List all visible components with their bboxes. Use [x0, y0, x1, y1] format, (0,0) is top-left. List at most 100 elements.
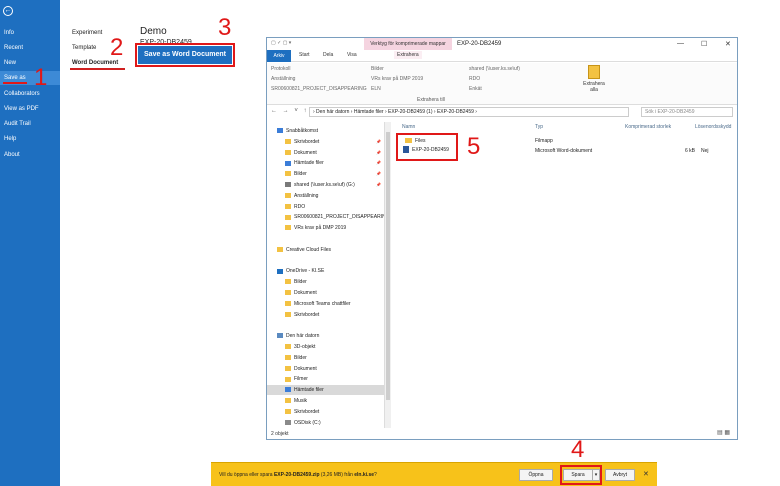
quick-access-toolbar-icon[interactable]: ▢ ✓ ▢ ▾	[271, 40, 291, 46]
nav-item[interactable]: Skrivbordet	[267, 407, 384, 417]
sidebar-item-about[interactable]: About	[0, 148, 60, 162]
ribbon-group-label: Extrahera till	[417, 97, 445, 103]
nav-scrollbar[interactable]	[385, 122, 391, 428]
nav-item[interactable]: Bilder 📌	[267, 169, 384, 179]
nav-item[interactable]: 3D-objekt	[267, 342, 384, 352]
ribbon-item[interactable]: Bilder	[371, 66, 384, 72]
maximize-icon[interactable]: ☐	[701, 40, 707, 48]
annotation-box-4	[560, 465, 602, 485]
submenu-item-template[interactable]: Template	[72, 45, 96, 51]
nav-item[interactable]: Musik	[267, 396, 384, 406]
submenu-item-experiment[interactable]: Experiment	[72, 30, 102, 36]
folder-icon	[285, 171, 291, 177]
annotation-box-3	[135, 43, 235, 67]
view-toggle-icon[interactable]: ▤ ▦	[717, 429, 730, 436]
nav-item[interactable]: Dokument 📌	[267, 148, 384, 158]
sidebar-item-view-as-pdf[interactable]: View as PDF	[0, 102, 60, 116]
pin-icon[interactable]: 📌	[376, 169, 381, 179]
zip-folder-icon	[588, 65, 600, 79]
ribbon-tabs: Arkiv Start Dela Visa Extrahera	[267, 50, 737, 62]
nav-item-label: Dokument	[294, 290, 317, 296]
ribbon-item[interactable]: VRs krav på DMP 2019	[371, 76, 423, 82]
nav-arrows-icon[interactable]: ← → ˅ ↑	[271, 108, 309, 114]
sidebar-item-new[interactable]: New	[0, 56, 60, 70]
sidebar-item-recent[interactable]: Recent	[0, 41, 60, 55]
nav-item[interactable]: Bilder	[267, 277, 384, 287]
context-tab-compressed[interactable]: Verktyg för komprimerade mappar	[364, 38, 452, 50]
folder-icon	[285, 408, 291, 414]
folder-icon	[285, 344, 291, 350]
close-icon[interactable]: ✕	[725, 40, 731, 48]
ribbon-item[interactable]: SR00600821_PROJECT_DISAPPEARING	[271, 86, 367, 92]
sidebar-item-collaborators[interactable]: Collaborators	[0, 87, 60, 101]
folder-icon	[285, 279, 291, 285]
sidebar-item-audit-trail[interactable]: Audit Trail	[0, 117, 60, 131]
folder-icon	[285, 203, 291, 209]
search-input[interactable]: Sök i EXP-20-DB2459	[641, 107, 733, 117]
column-header-protected[interactable]: Lösenordsskydd	[695, 124, 731, 130]
close-icon[interactable]: ✕	[643, 470, 649, 478]
pin-icon[interactable]: 📌	[376, 137, 381, 147]
minimize-icon[interactable]: —	[677, 40, 684, 47]
nav-item[interactable]: SR00600821_PROJECT_DISAPPEARING	[267, 212, 384, 222]
cancel-button[interactable]: Avbryt	[605, 469, 635, 481]
nav-item[interactable]: Snabbåtkomst	[267, 126, 384, 136]
nav-item[interactable]: Skrivbordet 📌	[267, 137, 384, 147]
column-header-name[interactable]: Namn	[402, 124, 415, 130]
tab-dela[interactable]: Dela	[323, 52, 333, 58]
nav-item[interactable]: Filmer	[267, 374, 384, 384]
nav-item[interactable]: Bilder	[267, 353, 384, 363]
tab-extrahera[interactable]: Extrahera	[394, 51, 422, 59]
nav-item[interactable]: OneDrive - KI.SE	[267, 266, 384, 276]
disk-icon	[285, 419, 291, 425]
ribbon-item[interactable]: Protokoll	[271, 66, 290, 72]
sidebar-item-help[interactable]: Help	[0, 132, 60, 146]
sidebar-item-info[interactable]: Info	[0, 26, 60, 40]
extract-all-button[interactable]: Extrahera alla	[579, 65, 609, 93]
nav-item-label: Musik	[294, 398, 308, 404]
nav-item-label: OSDisk (C:)	[294, 419, 321, 426]
star-icon	[277, 128, 283, 134]
file-type: Filmapp	[535, 138, 553, 144]
folder-icon	[285, 311, 291, 317]
ribbon-item[interactable]: RDO	[469, 76, 480, 82]
open-button[interactable]: Öppna	[519, 469, 553, 481]
nav-item[interactable]: Creative Cloud Files	[267, 245, 384, 255]
nav-item[interactable]: OSDisk (C:)	[267, 418, 384, 428]
cloud-icon	[277, 268, 283, 274]
nav-item[interactable]: Skrivbordet	[267, 310, 384, 320]
ribbon-item[interactable]: ELN	[371, 86, 381, 92]
nav-item[interactable]: Den här datorn	[267, 331, 384, 341]
nav-item[interactable]: Hämtade filer 📌	[267, 158, 384, 168]
ribbon-item[interactable]: shared (\\user.ks.se\uf)	[469, 66, 520, 72]
ribbon-item[interactable]: Anställning	[271, 76, 295, 82]
nav-scrollbar-thumb[interactable]	[386, 132, 390, 400]
nav-item[interactable]: shared (\\user.ks.se\uf) (G:) 📌	[267, 180, 384, 190]
nav-item[interactable]: Dokument	[267, 288, 384, 298]
tab-visa[interactable]: Visa	[347, 52, 357, 58]
nav-item[interactable]: RDO	[267, 202, 384, 212]
annotation-box-5	[396, 133, 458, 161]
pin-icon[interactable]: 📌	[376, 148, 381, 158]
ribbon-item[interactable]: Enkät	[469, 86, 482, 92]
nav-item[interactable]: Hämtade filer	[267, 385, 384, 396]
nav-item[interactable]: Anställning	[267, 191, 384, 201]
nav-item-label: 3D-objekt	[294, 344, 316, 350]
pin-icon[interactable]: 📌	[376, 158, 381, 168]
tab-arkiv[interactable]: Arkiv	[267, 50, 291, 62]
folder-icon	[285, 398, 291, 404]
pin-icon[interactable]: 📌	[376, 180, 381, 190]
nav-item[interactable]: Dokument	[267, 364, 384, 374]
back-arrow-icon[interactable]: ←	[3, 6, 13, 16]
tab-start[interactable]: Start	[299, 52, 310, 58]
window-title: EXP-20-DB2459	[457, 41, 502, 47]
folder-icon	[285, 192, 291, 198]
nav-item-label: Dokument	[294, 149, 317, 156]
nav-item-label: Dokument	[294, 365, 317, 372]
address-bar[interactable]: › Den här datorn › Hämtade filer › EXP-2…	[309, 107, 629, 117]
computer-icon	[277, 333, 283, 339]
column-header-type[interactable]: Typ	[535, 124, 543, 130]
nav-item[interactable]: VRs krav på DMP 2019	[267, 223, 384, 233]
column-header-size[interactable]: Komprimerad storlek	[625, 124, 671, 130]
nav-item[interactable]: Microsoft Teams chattfiler	[267, 299, 384, 309]
